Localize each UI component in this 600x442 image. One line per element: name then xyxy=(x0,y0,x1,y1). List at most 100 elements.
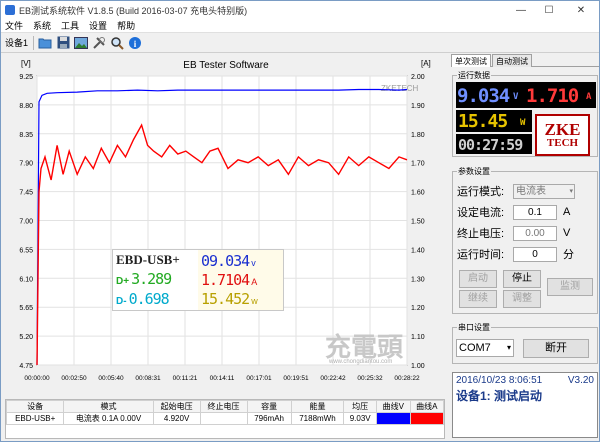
close-button[interactable]: ✕ xyxy=(563,1,599,19)
disconnect-button[interactable]: 断开 xyxy=(523,339,589,358)
y-tick-label: 6.10 xyxy=(19,276,33,283)
col-energy: 能量 xyxy=(290,400,345,413)
mode-row: 运行模式: 电流表 ▾ xyxy=(453,182,599,200)
current-input[interactable]: 0.1 xyxy=(513,204,557,220)
x-tick-label: 00:08:31 xyxy=(135,375,161,382)
current-label: 设定电流: xyxy=(457,207,505,219)
col-start-voltage: 起始电压 xyxy=(152,400,201,413)
menu-tools[interactable]: 工具 xyxy=(61,19,79,32)
app-icon xyxy=(5,5,15,15)
cell-end-voltage xyxy=(199,412,248,425)
minimize-button[interactable]: — xyxy=(507,1,535,19)
stats-table: 设备 模式 起始电压 终止电压 容量 能量 均压 曲线V 曲线A EBD-USB… xyxy=(5,399,445,439)
runtime-row: 运行时间: 0 分 xyxy=(453,245,599,263)
x-tick-label: 00:25:32 xyxy=(357,375,383,382)
status-version: V3.20 xyxy=(567,375,594,386)
x-tick-label: 00:02:50 xyxy=(61,375,87,382)
meter-current-unit: A xyxy=(251,277,258,287)
lcd-current-unit: A xyxy=(586,92,592,102)
cell-energy: 7188mWh xyxy=(290,412,345,425)
y2-tick-label: 1.40 xyxy=(411,247,425,254)
start-button[interactable]: 启动 xyxy=(459,270,497,288)
monitor-button[interactable]: 监测 xyxy=(547,278,593,296)
toolbar: 设备1 i xyxy=(1,33,599,53)
tab-single-test[interactable]: 单次测试 xyxy=(451,54,491,67)
dplus-value: 3.289 xyxy=(131,270,172,288)
serial-group: 串口设置 COM7 ▾ 断开 xyxy=(452,322,598,364)
meter-model: EBD-USB+ xyxy=(116,252,180,267)
stop-button[interactable]: 停止 xyxy=(503,270,541,288)
meter-power-unit: w xyxy=(251,296,258,306)
dminus-label: D- xyxy=(116,296,127,307)
lcd-power: 15.45 xyxy=(458,111,508,132)
y2-tick-label: 2.00 xyxy=(411,74,425,81)
usb-meter-overlay: EBD-USB+ D+ 3.289 D- 0.698 09.034 v 1.71… xyxy=(112,249,284,311)
curve-a-color-swatch[interactable] xyxy=(409,412,445,425)
dminus-value: 0.698 xyxy=(128,290,170,308)
cell-mode: 电流表 0.1A 0.00V xyxy=(63,412,154,425)
search-icon[interactable] xyxy=(109,35,125,51)
lcd-voltage-unit: V xyxy=(513,92,519,102)
x-tick-label: 00:05:40 xyxy=(98,375,124,382)
tools-icon[interactable] xyxy=(91,35,107,51)
col-avg-voltage: 均压 xyxy=(343,400,378,413)
mode-select[interactable]: 电流表 ▾ xyxy=(513,183,575,199)
meter-current: 1.7104 xyxy=(201,271,250,289)
save-icon[interactable] xyxy=(55,35,71,51)
col-curve-v: 曲线V xyxy=(376,400,411,413)
col-mode: 模式 xyxy=(63,400,154,413)
com-port-value: COM7 xyxy=(459,342,491,354)
menu-help[interactable]: 帮助 xyxy=(117,19,135,32)
device-selector[interactable]: 设备1 xyxy=(5,36,28,49)
info-icon[interactable]: i xyxy=(127,35,143,51)
current-row: 设定电流: 0.1 A xyxy=(453,203,599,221)
com-port-select[interactable]: COM7 ▾ xyxy=(456,339,514,357)
voltage-current-chart: 9.25 8.80 8.35 7.90 7.45 7.00 6.55 6.10 5.65 5.20… xyxy=(3,54,449,399)
y2-tick-label: 1.90 xyxy=(411,103,425,110)
chevron-down-icon: ▾ xyxy=(569,187,573,195)
chart-panel: 9.25 8.80 8.35 7.90 7.45 7.00 6.55 6.10 5.65 5.20… xyxy=(3,54,449,399)
window-title: EB测试系统软件 V1.8.5 (Build 2016-03-07 充电头特别版… xyxy=(19,5,248,16)
maximize-button[interactable]: ☐ xyxy=(535,1,563,19)
cell-device: EBD-USB+ xyxy=(5,412,65,425)
serial-title: 串口设置 xyxy=(457,322,491,333)
y-tick-label: 7.45 xyxy=(19,190,33,197)
y-tick-label: 7.00 xyxy=(19,219,33,226)
continue-button[interactable]: 继续 xyxy=(459,290,497,308)
runtime-unit: 分 xyxy=(563,249,574,261)
left-axis-unit: [V] xyxy=(21,59,31,68)
zketech-watermark: ZKETECH xyxy=(381,84,419,93)
y2-tick-label: 1.80 xyxy=(411,132,425,139)
col-end-voltage: 终止电压 xyxy=(199,400,248,413)
menu-settings[interactable]: 设置 xyxy=(89,19,107,32)
lcd-voltage: 9.034 xyxy=(457,85,510,107)
col-capacity: 容量 xyxy=(246,400,292,413)
y-tick-label: 8.80 xyxy=(19,103,33,110)
adjust-button[interactable]: 调整 xyxy=(503,290,541,308)
lcd-power-box: 15.45 W xyxy=(456,110,532,132)
lcd-current: 1.710 xyxy=(526,85,579,107)
site-watermark-sub: www.chongdiantou.com xyxy=(328,359,392,365)
title-bar: EB测试系统软件 V1.8.5 (Build 2016-03-07 充电头特别版… xyxy=(1,1,599,19)
tab-auto-test[interactable]: 自动测试 xyxy=(492,54,532,67)
runtime-label: 运行时间: xyxy=(457,249,505,261)
chart-title: EB Tester Software xyxy=(183,60,269,71)
folder-icon[interactable] xyxy=(37,35,53,51)
menu-file[interactable]: 文件 xyxy=(5,19,23,32)
dplus-label: D+ xyxy=(116,276,130,287)
lcd-time-box: 00:27:59 xyxy=(456,134,532,154)
status-datetime: 2016/10/23 8:06:51 xyxy=(456,375,543,386)
y2-tick-label: 1.30 xyxy=(411,276,425,283)
y2-tick-label: 1.20 xyxy=(411,305,425,312)
x-tick-label: 00:14:11 xyxy=(210,375,235,382)
meter-power: 15.452 xyxy=(201,290,250,308)
cutoff-input[interactable]: 0.00 xyxy=(513,225,557,241)
image-icon[interactable] xyxy=(73,35,89,51)
curve-v-color-swatch[interactable] xyxy=(376,412,411,425)
cell-avg-voltage: 9.03V xyxy=(343,412,378,425)
runtime-input[interactable]: 0 xyxy=(513,246,557,262)
table-row[interactable]: EBD-USB+ 电流表 0.1A 0.00V 4.920V 796mAh 71… xyxy=(5,412,445,425)
menu-system[interactable]: 系统 xyxy=(33,19,51,32)
app-window: EB测试系统软件 V1.8.5 (Build 2016-03-07 充电头特别版… xyxy=(0,0,600,442)
lcd-power-unit: W xyxy=(520,118,526,128)
